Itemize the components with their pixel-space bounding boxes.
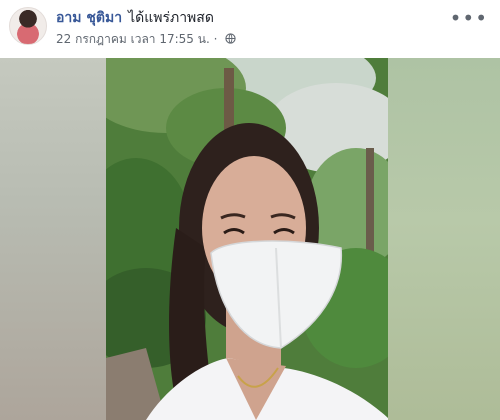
- post-action-text: ได้แพร่ภาพสด: [128, 10, 214, 26]
- post-meta: 22 กรกฎาคม เวลา 17:55 น. ·: [56, 31, 236, 47]
- timestamp-link[interactable]: 22 กรกฎาคม เวลา 17:55 น.: [56, 32, 210, 46]
- globe-icon[interactable]: [225, 33, 236, 44]
- video-blur-right: [388, 58, 500, 420]
- meta-separator: ·: [213, 32, 218, 46]
- author-name-link[interactable]: อาม ชุติมา: [56, 10, 122, 26]
- video-blur-left: [0, 58, 106, 420]
- post-header: อาม ชุติมา ได้แพร่ภาพสด 22 กรกฎาคม เวลา 1…: [0, 0, 500, 60]
- post-title-line: อาม ชุติมา ได้แพร่ภาพสด: [56, 9, 214, 27]
- more-options-icon[interactable]: •••: [450, 6, 488, 30]
- live-video-player[interactable]: [0, 58, 500, 420]
- video-frame[interactable]: [106, 58, 388, 420]
- video-frame-illustration: [106, 58, 388, 420]
- avatar[interactable]: [9, 7, 47, 45]
